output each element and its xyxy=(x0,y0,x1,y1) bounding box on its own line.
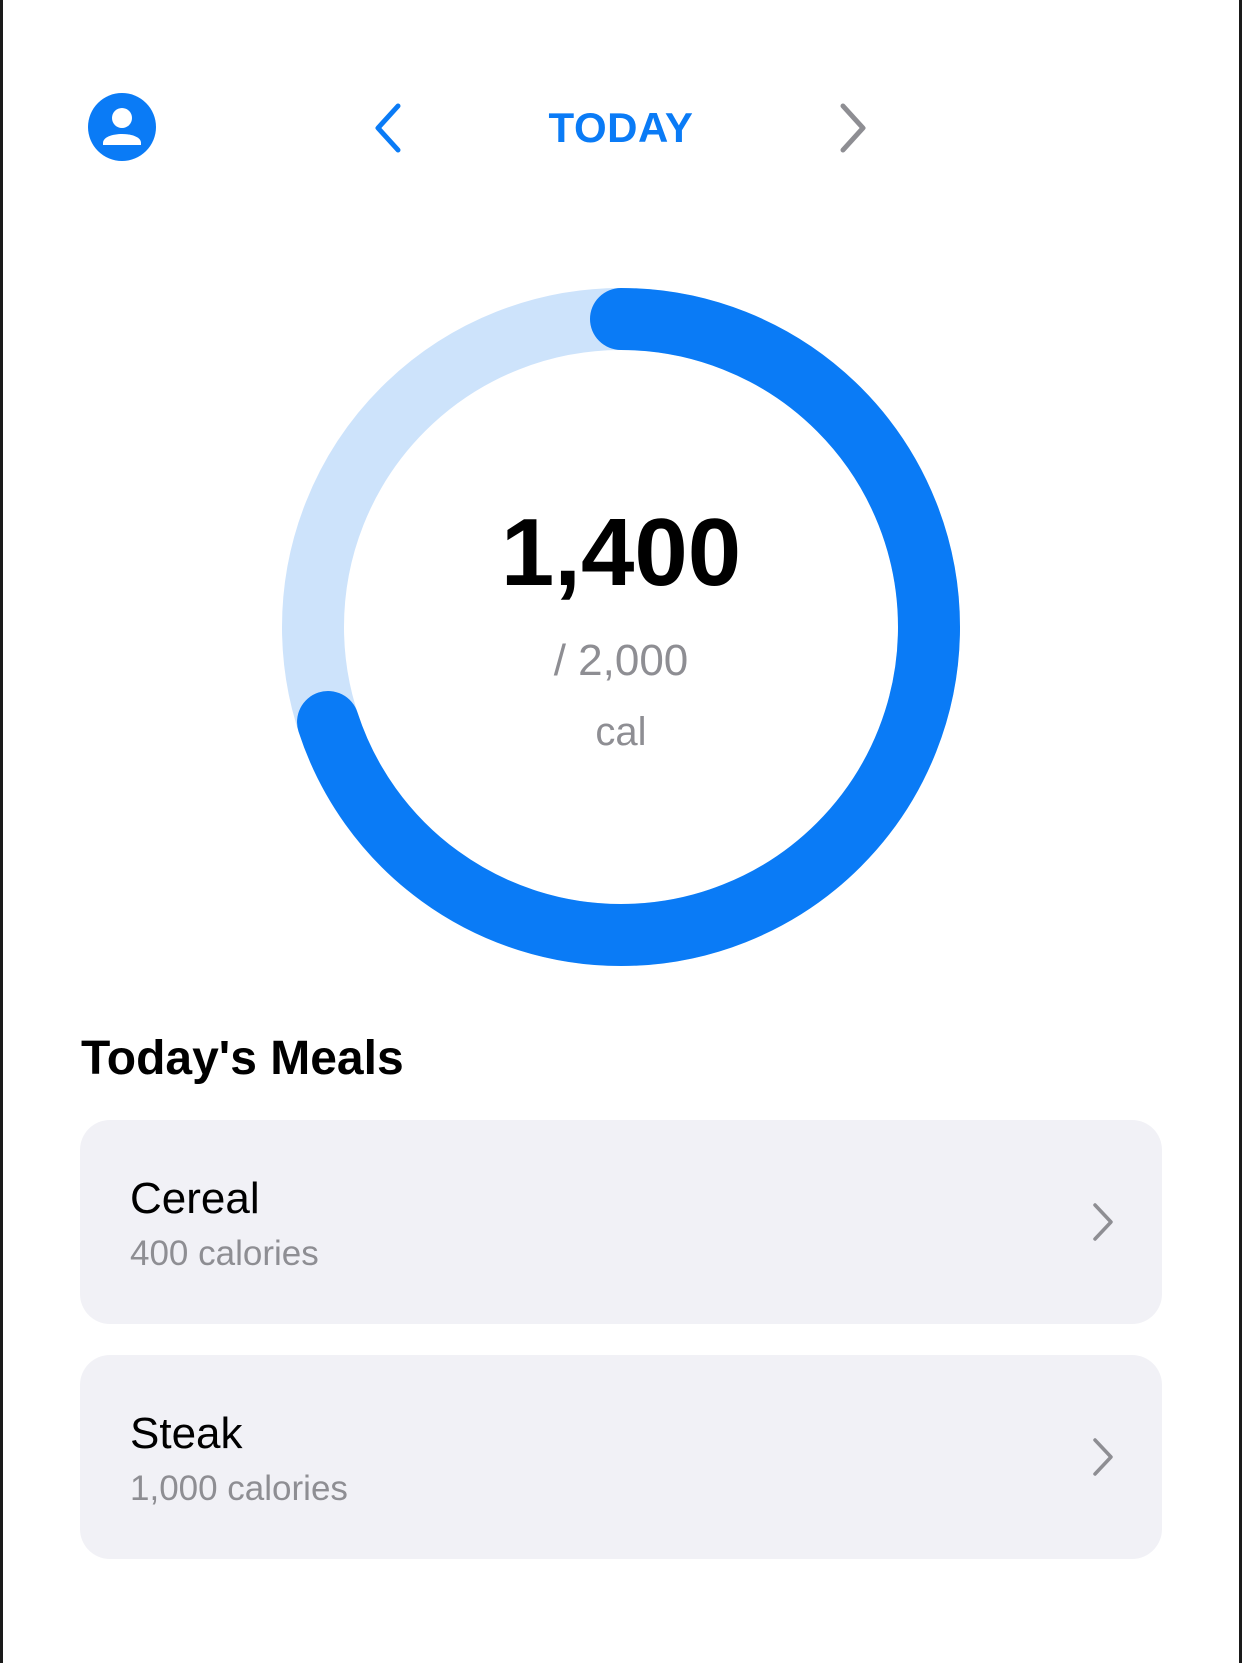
calorie-goal: / 2,000 xyxy=(553,636,689,685)
meal-item-steak[interactable]: Steak 1,000 calories xyxy=(80,1355,1162,1559)
meal-calories: 400 calories xyxy=(130,1234,319,1273)
meals-section-title: Today's Meals xyxy=(81,1032,404,1085)
date-title: TODAY xyxy=(548,104,694,151)
chevron-left-icon xyxy=(375,103,401,153)
person-icon xyxy=(103,108,141,145)
meal-name: Steak xyxy=(130,1409,243,1458)
meal-item-cereal[interactable]: Cereal 400 calories xyxy=(80,1120,1162,1324)
chevron-right-icon xyxy=(1090,1435,1116,1479)
meal-calories: 1,000 calories xyxy=(130,1469,348,1508)
calorie-unit: cal xyxy=(595,710,647,754)
calories-consumed: 1,400 xyxy=(500,499,742,606)
chevron-right-icon xyxy=(1090,1200,1116,1244)
meal-name: Cereal xyxy=(130,1174,260,1223)
chevron-right-icon xyxy=(840,103,866,153)
previous-day-button[interactable] xyxy=(368,100,408,156)
calorie-progress-ring xyxy=(281,287,961,967)
next-day-button[interactable] xyxy=(833,100,873,156)
profile-button[interactable] xyxy=(88,93,156,161)
